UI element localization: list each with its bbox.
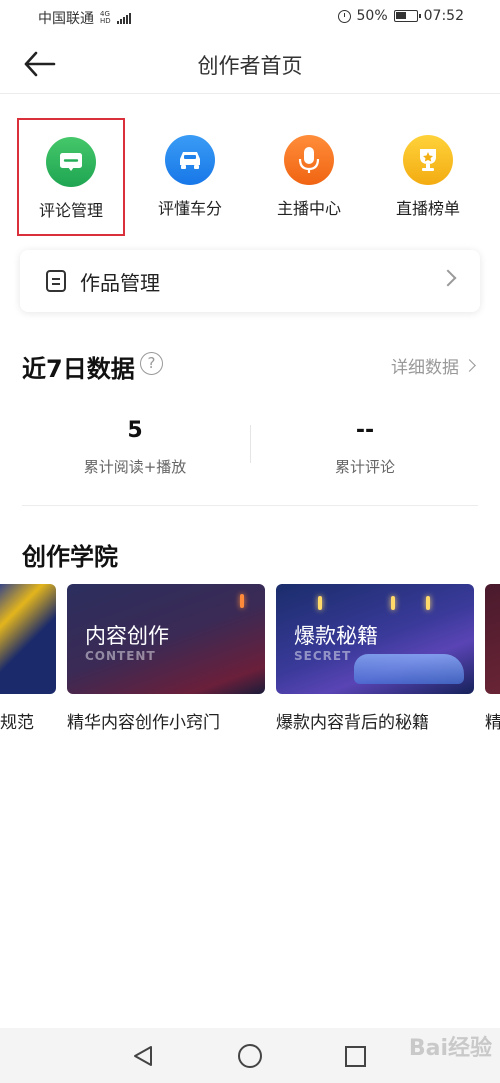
works-management-label: 作品管理 xyxy=(80,271,160,295)
course-card[interactable]: 规范 xyxy=(0,584,56,733)
course-thumbnail: 内容创作 CONTENT xyxy=(67,584,265,694)
academy-course-list[interactable]: 规范 内容创作 CONTENT 精华内容创作小窍门 爆款秘籍 SECRET 爆款… xyxy=(0,584,500,734)
watermark-logo: Bai经验 xyxy=(408,1036,492,1061)
network-type: 4G HD xyxy=(100,11,111,25)
page-title: 创作者首页 xyxy=(197,54,303,78)
course-thumb-subtitle: SECRET xyxy=(294,649,352,663)
car-score-button[interactable]: 评懂车分 xyxy=(136,118,244,236)
live-ranking-button[interactable]: 直播榜单 xyxy=(374,118,482,236)
course-thumb-title: 内容创作 xyxy=(85,624,169,648)
course-thumbnail xyxy=(485,584,500,694)
nav-home-icon[interactable] xyxy=(238,1044,262,1068)
detail-data-label: 详细数据 xyxy=(391,358,459,378)
course-thumbnail: 爆款秘籍 SECRET xyxy=(276,584,474,694)
nav-recent-apps-icon[interactable] xyxy=(345,1046,366,1067)
car-icon xyxy=(165,135,215,185)
status-bar: 中国联通 4G HD 50% 07:52 xyxy=(0,0,500,34)
detail-data-link[interactable]: 详细数据 xyxy=(391,353,476,378)
stat-value: 5 xyxy=(127,418,143,443)
status-right: 50% 07:52 xyxy=(337,8,464,24)
stat-label: 累计评论 xyxy=(334,458,395,476)
stat-label: 累计阅读+播放 xyxy=(83,458,187,476)
status-left: 中国联通 4G HD xyxy=(38,8,131,28)
chevron-right-icon xyxy=(439,269,457,287)
course-name: 规范 xyxy=(0,713,34,733)
battery-percent: 50% xyxy=(356,8,388,24)
course-name: 精华内容创作小窍门 xyxy=(67,713,220,733)
chevron-right-icon xyxy=(463,359,476,372)
trophy-icon xyxy=(403,135,453,185)
comment-management-button[interactable]: 评论管理 xyxy=(17,118,125,236)
course-name: 爆款内容背后的秘籍 xyxy=(276,713,429,733)
stats-section-title: 近7日数据 xyxy=(22,355,135,383)
course-thumb-subtitle: CONTENT xyxy=(85,649,156,663)
battery-icon xyxy=(393,10,421,22)
signal-icon xyxy=(116,12,131,24)
network-type-bottom: HD xyxy=(100,17,111,25)
course-thumb-title: 爆款秘籍 xyxy=(294,624,378,648)
microphone-icon xyxy=(284,135,334,185)
course-card[interactable]: 精 xyxy=(485,584,500,733)
alarm-icon xyxy=(337,9,351,23)
section-divider xyxy=(22,505,478,506)
stat-value: -- xyxy=(355,418,375,443)
car-score-label: 评懂车分 xyxy=(157,199,222,218)
live-ranking-label: 直播榜单 xyxy=(395,199,460,218)
academy-title: 创作学院 xyxy=(22,543,118,571)
anchor-center-button[interactable]: 主播中心 xyxy=(255,118,363,236)
course-name: 精 xyxy=(485,713,500,733)
comment-icon xyxy=(46,137,96,187)
document-icon xyxy=(46,270,66,292)
stat-comments[interactable]: -- 累计评论 xyxy=(245,418,485,477)
anchor-center-label: 主播中心 xyxy=(276,199,341,218)
works-management-card[interactable]: 作品管理 xyxy=(20,250,480,312)
quick-actions: 评论管理 评懂车分 主播中心 直播榜单 xyxy=(0,118,500,236)
title-bar: 创作者首页 xyxy=(0,34,500,94)
nav-back-icon[interactable] xyxy=(131,1044,155,1068)
course-card[interactable]: 爆款秘籍 SECRET 爆款内容背后的秘籍 xyxy=(276,584,474,733)
clock-time: 07:52 xyxy=(423,8,464,24)
car-illustration xyxy=(354,654,464,684)
carrier-name: 中国联通 xyxy=(38,11,94,27)
help-icon[interactable]: ? xyxy=(140,352,163,375)
stat-reads[interactable]: 5 累计阅读+播放 xyxy=(15,418,255,477)
comment-management-label: 评论管理 xyxy=(38,201,103,220)
course-thumbnail xyxy=(0,584,56,694)
course-card[interactable]: 内容创作 CONTENT 精华内容创作小窍门 xyxy=(67,584,265,733)
